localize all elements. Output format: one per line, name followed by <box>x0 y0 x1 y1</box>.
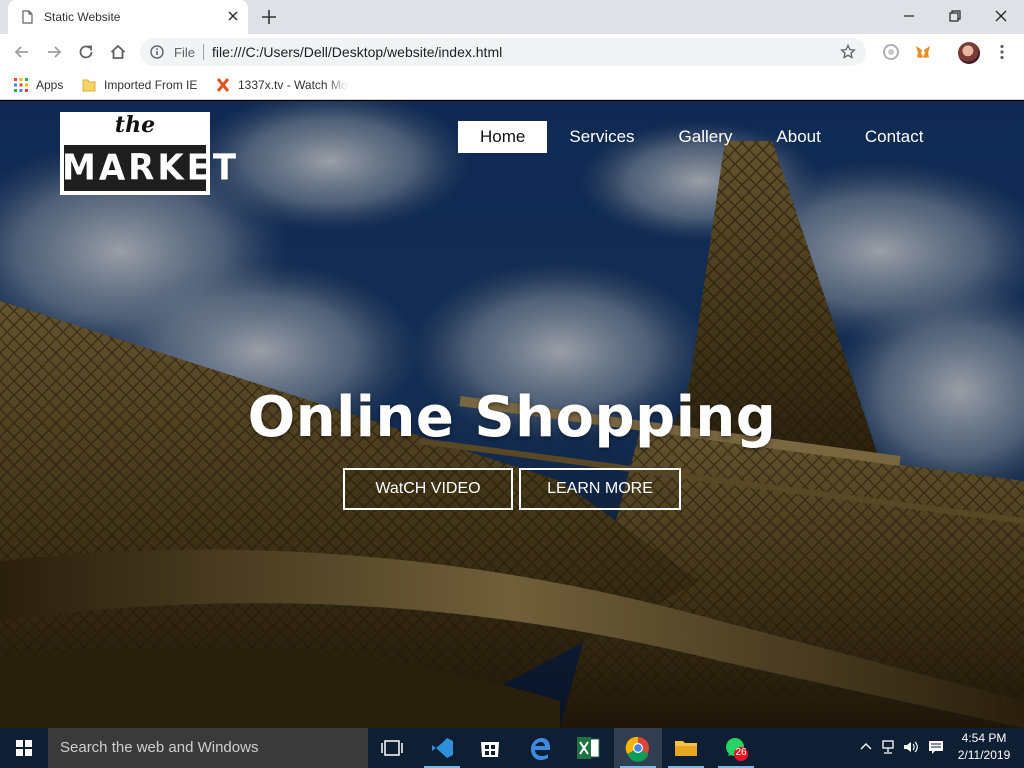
address-url[interactable]: file:///C:/Users/Dell/Desktop/website/in… <box>212 44 502 60</box>
reload-icon[interactable] <box>77 43 95 61</box>
forward-icon[interactable] <box>45 43 63 61</box>
new-tab-icon[interactable] <box>260 8 278 26</box>
file-explorer-icon[interactable] <box>662 728 710 768</box>
chevron-up-icon[interactable] <box>857 738 875 756</box>
address-separator <box>203 44 204 60</box>
x-logo-icon <box>216 78 230 92</box>
bookmark-label: 1337x.tv - Watch Mo <box>238 78 348 92</box>
search-placeholder: Search the web and Windows <box>60 739 259 756</box>
nav-about[interactable]: About <box>754 121 842 153</box>
bookmark-imported-from-ie[interactable]: Imported From IE <box>82 76 197 94</box>
bookmark-star-icon[interactable] <box>840 44 856 60</box>
profile-avatar[interactable] <box>958 42 980 64</box>
site-nav: Home Services Gallery About Contact <box>458 121 945 153</box>
extension-circle-icon[interactable] <box>882 43 900 61</box>
edge-icon[interactable] <box>516 728 564 768</box>
back-icon[interactable] <box>13 43 31 61</box>
apps-grid-icon <box>14 78 28 92</box>
page-icon <box>22 10 33 24</box>
restore-icon[interactable] <box>943 6 967 26</box>
nav-contact[interactable]: Contact <box>843 121 946 153</box>
close-tab-icon[interactable] <box>226 9 240 23</box>
browser-toolbar: File file:///C:/Users/Dell/Desktop/websi… <box>0 34 1024 70</box>
tab-title: Static Website <box>44 10 121 24</box>
network-icon[interactable] <box>880 738 898 756</box>
web-page: the MARKET Home Services Gallery About C… <box>0 101 1024 728</box>
bookmarks-bar: Apps Imported From IE 1337x.tv - Watch M… <box>0 70 1024 100</box>
close-window-icon[interactable] <box>989 6 1013 26</box>
nav-services[interactable]: Services <box>547 121 656 153</box>
store-icon[interactable] <box>466 728 514 768</box>
clock-date: 2/11/2019 <box>957 748 1011 762</box>
bookmark-1337x[interactable]: 1337x.tv - Watch Mo <box>216 76 352 94</box>
address-bar[interactable]: File file:///C:/Users/Dell/Desktop/websi… <box>140 38 866 66</box>
browser-tabstrip: Static Website <box>0 0 1024 34</box>
metamask-fox-icon[interactable] <box>914 43 932 61</box>
task-view-icon[interactable] <box>368 728 416 768</box>
windows-start-icon[interactable] <box>0 728 48 768</box>
folder-icon <box>82 79 96 92</box>
bookmark-label: Apps <box>36 78 64 92</box>
address-scheme: File <box>174 45 195 60</box>
menu-dots-icon[interactable] <box>993 43 1011 61</box>
minimize-icon[interactable] <box>897 6 921 26</box>
info-icon[interactable] <box>150 45 164 59</box>
bookmark-apps[interactable]: Apps <box>14 76 63 94</box>
action-center-icon[interactable] <box>927 738 945 756</box>
site-logo[interactable]: the MARKET <box>60 112 240 195</box>
whatsapp-badge: 26 <box>735 747 747 758</box>
home-icon[interactable] <box>109 43 127 61</box>
volume-icon[interactable] <box>902 738 920 756</box>
nav-home[interactable]: Home <box>458 121 548 153</box>
excel-icon[interactable] <box>564 728 612 768</box>
vscode-icon[interactable] <box>418 728 466 768</box>
bookmark-label: Imported From IE <box>104 78 198 92</box>
windows-taskbar: Search the web and Windows 26 4:54 PM 2/… <box>0 728 1024 768</box>
watch-video-button[interactable]: WatCH VIDEO <box>343 468 513 510</box>
chrome-icon[interactable] <box>614 728 662 768</box>
taskbar-search[interactable]: Search the web and Windows <box>48 728 368 768</box>
nav-gallery[interactable]: Gallery <box>657 121 755 153</box>
browser-tab[interactable]: Static Website <box>8 0 248 34</box>
logo-bottom-text: MARKET <box>62 147 240 189</box>
logo-top-text: the <box>114 112 156 138</box>
system-clock[interactable]: 4:54 PM 2/11/2019 <box>946 730 1022 764</box>
clock-time: 4:54 PM <box>961 731 1007 745</box>
learn-more-button[interactable]: LEARN MORE <box>519 468 681 510</box>
hero-headline: Online Shopping <box>247 385 777 450</box>
